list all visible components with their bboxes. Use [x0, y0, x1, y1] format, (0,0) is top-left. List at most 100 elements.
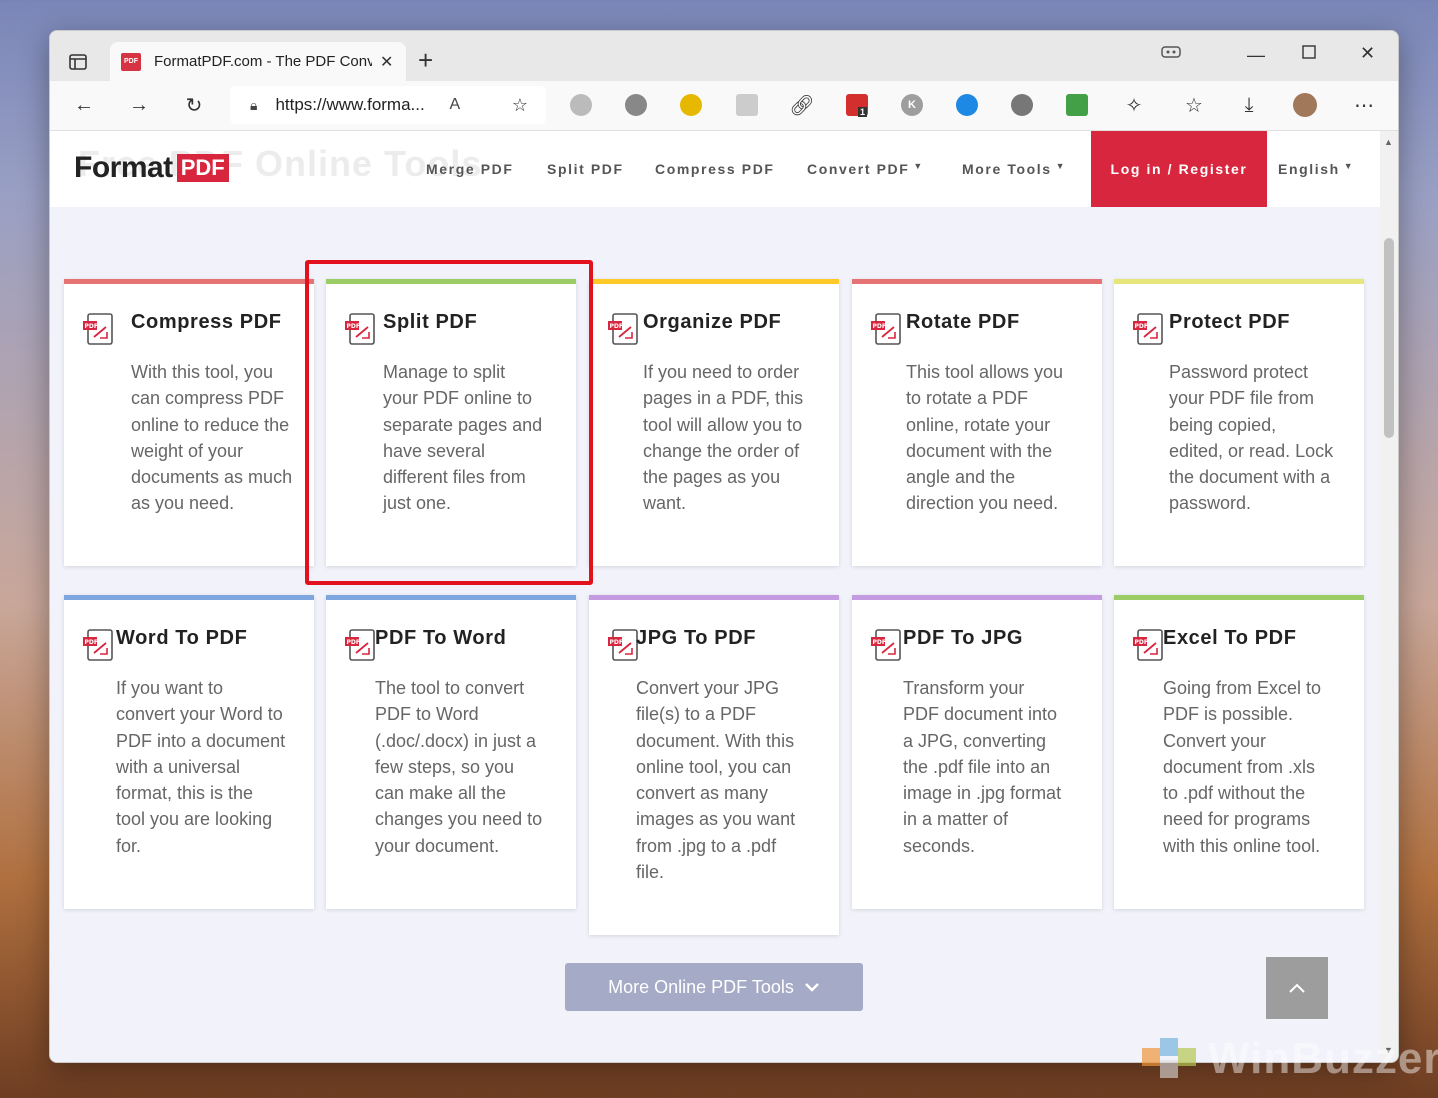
chevron-down-icon	[804, 979, 820, 995]
extension-icon-9[interactable]	[1066, 94, 1088, 116]
more-tools-label: More Online PDF Tools	[608, 976, 794, 997]
svg-text:PDF: PDF	[1135, 639, 1148, 646]
caret-down-icon: ▼	[1055, 161, 1067, 171]
tool-card-jpg-to-pdf[interactable]: PDF JPG To PDF Convert your JPG file(s) to…	[589, 595, 839, 935]
language-selector[interactable]: English ▼	[1278, 161, 1354, 177]
card-description: Password protect your PDF file from bein…	[1169, 362, 1334, 514]
tool-card-word-to-pdf[interactable]: PDF Word To PDF If you want to convert you…	[64, 595, 314, 909]
card-title[interactable]: Rotate PDF	[906, 311, 1020, 334]
extension-icon-8[interactable]	[1011, 94, 1033, 116]
card-title[interactable]: Organize PDF	[643, 311, 781, 334]
favorites-icon[interactable]: ☆	[1180, 91, 1208, 119]
active-tab[interactable]: PDF FormatPDF.com - The PDF Conve ✕	[110, 42, 406, 81]
card-accent-bar	[589, 279, 839, 284]
nav-convert-pdf[interactable]: Convert PDF ▼	[807, 161, 924, 177]
tool-card-rotate-pdf[interactable]: PDF Rotate PDF This tool allows you to rot…	[852, 279, 1102, 566]
svg-text:PDF: PDF	[873, 323, 886, 330]
svg-text:PDF: PDF	[347, 639, 360, 646]
svg-text:PDF: PDF	[85, 639, 98, 646]
card-description: With this tool, you can compress PDF onl…	[131, 362, 293, 514]
card-accent-bar	[1114, 279, 1364, 284]
new-tab-icon[interactable]: +	[418, 47, 433, 73]
browser-window: PDF FormatPDF.com - The PDF Conve ✕ + — …	[49, 30, 1399, 1063]
favorite-add-icon[interactable]: ☆	[506, 91, 534, 119]
minimize-icon[interactable]: —	[1247, 45, 1265, 66]
scroll-thumb[interactable]	[1384, 238, 1394, 438]
page-scrollbar[interactable]: ▲ ▼	[1380, 131, 1398, 1062]
tab-close-icon[interactable]: ✕	[380, 52, 393, 72]
pdf-favicon-icon: PDF	[121, 52, 141, 71]
extension-badge: 1	[858, 107, 868, 117]
card-title[interactable]: Word To PDF	[116, 627, 247, 650]
card-accent-bar	[326, 595, 576, 600]
nav-convert-label: Convert PDF	[807, 161, 910, 177]
card-title[interactable]: PDF To Word	[375, 627, 506, 650]
more-menu-icon[interactable]: ⋯	[1350, 91, 1378, 119]
svg-text:PDF: PDF	[610, 639, 623, 646]
card-description: If you want to convert your Word to PDF …	[116, 678, 286, 856]
tool-card-pdf-to-word[interactable]: PDF PDF To Word The tool to convert PDF to…	[326, 595, 576, 909]
window-close-icon[interactable]: ✕	[1360, 43, 1375, 64]
winbuzzer-watermark: WinBuzzer	[1138, 1030, 1438, 1088]
scroll-up-arrow-icon[interactable]: ▲	[1384, 137, 1393, 147]
card-title[interactable]: Compress PDF	[131, 311, 282, 334]
site-header: Free PDF Online Tools Format PDF Merge P…	[50, 131, 1380, 207]
extension-icon-3[interactable]	[680, 94, 702, 116]
back-icon[interactable]: ←	[70, 91, 98, 119]
refresh-icon[interactable]: ↻	[180, 91, 208, 119]
nav-more-tools[interactable]: More Tools ▼	[962, 161, 1066, 177]
caret-down-icon: ▼	[1343, 161, 1355, 171]
card-description: The tool to convert PDF to Word (.doc/.d…	[375, 678, 543, 856]
tool-card-organize-pdf[interactable]: PDF Organize PDF If you need to order page…	[589, 279, 839, 566]
extension-icon-2[interactable]	[625, 94, 647, 116]
language-label: English	[1278, 161, 1340, 177]
caret-down-icon: ▼	[913, 161, 924, 171]
organize-pdf-icon: PDF	[605, 311, 643, 349]
nav-compress-pdf[interactable]: Compress PDF	[655, 161, 775, 177]
nav-split-pdf[interactable]: Split PDF	[547, 161, 624, 177]
extension-icon-4[interactable]	[736, 94, 758, 116]
link-icon[interactable]: 🔗︎	[788, 91, 816, 119]
nav-merge-pdf[interactable]: Merge PDF	[426, 161, 514, 177]
card-accent-bar	[64, 279, 314, 284]
extension-icon-1[interactable]	[570, 94, 592, 116]
more-online-tools-button[interactable]: More Online PDF Tools	[565, 963, 863, 1011]
card-description: Going from Excel to PDF is possible. Con…	[1163, 678, 1322, 856]
tab-actions-icon[interactable]	[64, 51, 92, 73]
copilot-icon[interactable]	[1160, 43, 1182, 64]
card-title[interactable]: JPG To PDF	[636, 627, 756, 650]
tool-card-excel-to-pdf[interactable]: PDF Excel To PDF Going from Excel to PDF i…	[1114, 595, 1364, 909]
url-text[interactable]: https://www.forma...	[275, 95, 437, 115]
chevron-up-icon	[1289, 983, 1305, 993]
download-icon[interactable]: ⤓	[1235, 91, 1263, 119]
forward-icon[interactable]: →	[125, 91, 153, 119]
card-description: Transform your PDF document into a JPG, …	[903, 678, 1062, 856]
scroll-to-top-button[interactable]	[1266, 957, 1328, 1019]
highlight-box	[305, 260, 593, 585]
avatar[interactable]	[1293, 93, 1317, 117]
tool-card-pdf-to-jpg[interactable]: PDF PDF To JPG Transform your PDF document…	[852, 595, 1102, 909]
address-bar[interactable]: 🔒︎ https://www.forma... A	[230, 86, 546, 124]
card-title[interactable]: Protect PDF	[1169, 311, 1290, 334]
maximize-icon[interactable]	[1302, 43, 1316, 64]
card-title[interactable]: PDF To JPG	[903, 627, 1023, 650]
site-logo[interactable]: Format PDF	[74, 151, 229, 185]
winbuzzer-logo-icon	[1142, 1038, 1196, 1078]
tool-card-compress-pdf[interactable]: PDF Compress PDF With this tool, you can c…	[64, 279, 314, 566]
lock-icon: 🔒︎	[250, 96, 258, 113]
card-accent-bar	[1114, 595, 1364, 600]
pdf-to-jpg-icon: PDF	[868, 627, 906, 665]
logo-text: Format	[74, 151, 173, 184]
extension-icon-6[interactable]: K	[901, 94, 923, 116]
extension-icon-7[interactable]	[956, 94, 978, 116]
extension-icon-5[interactable]: 1	[846, 94, 868, 117]
card-description: Convert your JPG file(s) to a PDF docume…	[636, 678, 796, 883]
rotate-pdf-icon: PDF	[868, 311, 906, 349]
card-title[interactable]: Excel To PDF	[1163, 627, 1297, 650]
login-register-button[interactable]: Log in / Register	[1091, 131, 1267, 207]
extensions-puzzle-icon[interactable]: ✧	[1120, 91, 1148, 119]
nav-more-label: More Tools	[962, 161, 1052, 177]
logo-badge: PDF	[176, 154, 229, 182]
tool-card-protect-pdf[interactable]: PDF Protect PDF Password protect your PDF …	[1114, 279, 1364, 566]
read-aloud-icon[interactable]: A	[449, 96, 460, 114]
